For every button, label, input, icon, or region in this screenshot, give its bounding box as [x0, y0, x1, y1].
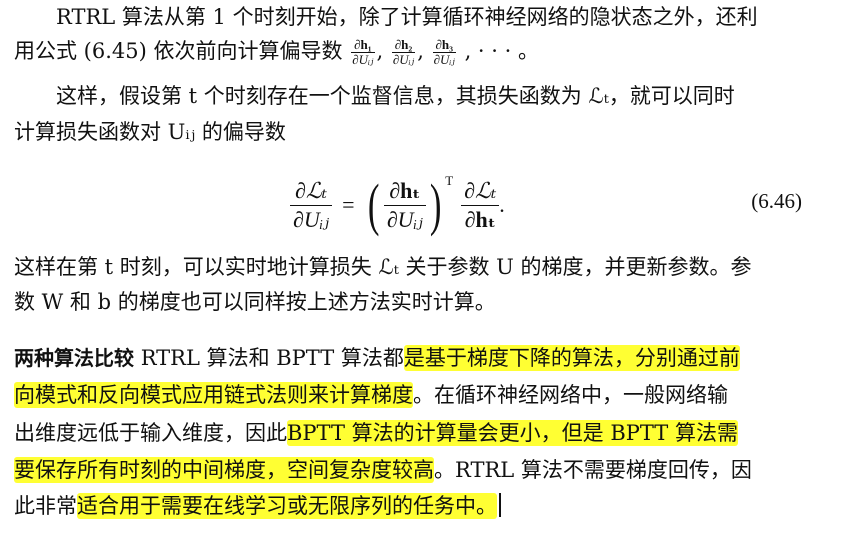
paragraph-4-line-5: 此非常适合用于需要在线学习或无限序列的任务中。 — [14, 491, 501, 521]
frac-denominator: ∂hₜ — [464, 206, 496, 232]
text-span: RTRL 算法从第 1 个时刻开始，除了计算循环神经网络的隐状态之外，还利 — [56, 5, 758, 29]
paragraph-3-line-1: 这样在第 t 时刻，可以实时地计算损失 ℒₜ 关于参数 U 的梯度，并更新参数。… — [14, 252, 752, 282]
text-cursor — [499, 493, 501, 517]
transpose-superscript: T — [445, 173, 454, 188]
rhs-fraction: ∂ℒₜ ∂hₜ — [461, 177, 500, 234]
paragraph-1-line-2: 用公式 (6.45) 依次前向计算偏导数 ∂h₁ ∂Uᵢⱼ , ∂h₂ ∂Uᵢⱼ… — [14, 37, 539, 67]
equation-body: ∂ℒₜ ∂Uᵢⱼ = ( ∂hₜ ∂Uᵢⱼ ) T ∂ℒₜ ∂hₜ . — [290, 165, 505, 245]
text-span: 。RTRL 算法不需要梯度回传，因 — [434, 458, 752, 482]
paragraph-1-line-1: RTRL 算法从第 1 个时刻开始，除了计算循环神经网络的隐状态之外，还利 — [56, 2, 758, 32]
paragraph-4-line-2: 向模式和反向模式应用链式法则来计算梯度。在循环神经网络中，一般网络输 — [14, 380, 728, 410]
frac-numerator: ∂h₂ — [391, 38, 416, 53]
text-span: 数 W 和 b 的梯度也可以同样按上述方法实时计算。 — [14, 290, 496, 314]
partial-derivative-h1: ∂h₁ ∂Uᵢⱼ — [351, 38, 375, 67]
section-title: 两种算法比较 — [14, 346, 134, 370]
equation-number: (6.46) — [751, 189, 802, 213]
document-page: RTRL 算法从第 1 个时刻开始，除了计算循环神经网络的隐状态之外，还利 用公… — [0, 0, 850, 540]
frac-numerator: ∂h₃ — [432, 38, 456, 53]
frac-denominator: ∂Uᵢⱼ — [352, 52, 374, 67]
paragraph-2-line-1: 这样，假设第 t 个时刻存在一个监督信息，其损失函数为 ℒₜ，就可以同时 — [56, 81, 735, 111]
display-equation: ∂ℒₜ ∂Uᵢⱼ = ( ∂hₜ ∂Uᵢⱼ ) T ∂ℒₜ ∂hₜ . (6.4… — [0, 165, 850, 245]
text-span: 计算损失函数对 Uᵢⱼ 的偏导数 — [14, 120, 286, 144]
frac-denominator: ∂Uᵢⱼ — [392, 52, 415, 67]
text-span: RTRL 算法和 BPTT 算法都 — [140, 346, 404, 370]
text-span: 用公式 (6.45) 依次前向计算偏导数 — [14, 39, 343, 63]
highlighted-text[interactable]: BPTT 算法的计算量会更小，但是 BPTT 算法需 — [287, 420, 738, 446]
paragraph-4-line-4: 要保存所有时刻的中间梯度，空间复杂度较高。RTRL 算法不需要梯度回传，因 — [14, 455, 752, 485]
highlighted-text[interactable]: 是基于梯度下降的算法，分别通过前 — [403, 345, 740, 371]
text-span: , · · · 。 — [464, 39, 539, 63]
frac-numerator: ∂ℒₜ — [290, 177, 333, 206]
highlighted-text[interactable]: 适合用于需要在线学习或无限序列的任务中。 — [77, 493, 497, 519]
paragraph-4-line-3: 出维度远低于输入维度，因此BPTT 算法的计算量会更小，但是 BPTT 算法需 — [14, 418, 738, 448]
middle-fraction: ∂hₜ ∂Uᵢⱼ — [383, 177, 426, 234]
frac-denominator: ∂Uᵢⱼ — [293, 206, 330, 232]
text-span: 这样在第 t 时刻，可以实时地计算损失 ℒₜ 关于参数 U 的梯度，并更新参数。… — [14, 255, 752, 279]
text-span: 出维度远低于输入维度，因此 — [14, 421, 287, 445]
frac-numerator: ∂hₜ — [383, 177, 426, 206]
paragraph-4-line-1: 两种算法比较 RTRL 算法和 BPTT 算法都是基于梯度下降的算法，分别通过前 — [14, 343, 740, 373]
highlighted-text[interactable]: 要保存所有时刻的中间梯度，空间复杂度较高 — [14, 457, 434, 483]
frac-denominator: ∂Uᵢⱼ — [386, 206, 423, 232]
paragraph-2-line-2: 计算损失函数对 Uᵢⱼ 的偏导数 — [14, 117, 286, 147]
frac-numerator: ∂ℒₜ — [461, 177, 500, 206]
text-span: 这样，假设第 t 个时刻存在一个监督信息，其损失函数为 ℒₜ，就可以同时 — [56, 84, 735, 108]
partial-derivative-h3: ∂h₃ ∂Uᵢⱼ — [432, 38, 456, 67]
frac-denominator: ∂Uᵢⱼ — [433, 52, 455, 67]
partial-derivative-h2: ∂h₂ ∂Uᵢⱼ — [391, 38, 416, 67]
equals-sign: = — [342, 192, 355, 217]
highlighted-text[interactable]: 向模式和反向模式应用链式法则来计算梯度 — [14, 382, 413, 408]
equation-period: . — [499, 192, 505, 217]
left-paren: ( — [368, 172, 380, 237]
text-span: 此非常 — [14, 494, 77, 518]
paragraph-3-line-2: 数 W 和 b 的梯度也可以同样按上述方法实时计算。 — [14, 287, 496, 317]
lhs-fraction: ∂ℒₜ ∂Uᵢⱼ — [290, 177, 333, 234]
text-span: 。在循环神经网络中，一般网络输 — [413, 383, 728, 407]
right-paren: ) — [429, 172, 442, 237]
frac-numerator: ∂h₁ — [351, 38, 375, 53]
